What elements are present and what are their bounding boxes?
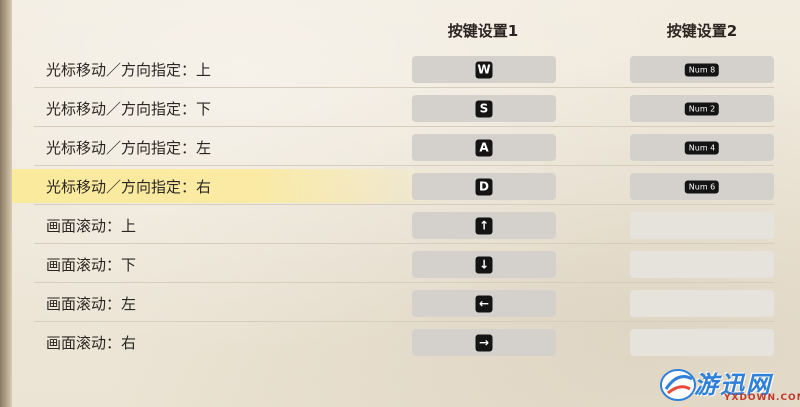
keybind-label: 光标移动／方向指定：下 — [46, 100, 212, 118]
arrow-right-keycap: → — [475, 334, 493, 351]
keybind-row-scroll-up[interactable]: 画面滚动：上 ↑ — [34, 206, 774, 244]
row-divider — [34, 87, 774, 88]
keybind-label: 画面滚动：上 — [46, 217, 137, 235]
keybind-label: 画面滚动：左 — [46, 295, 137, 313]
row-divider — [34, 204, 774, 205]
keybind-label: 光标移动／方向指定：上 — [46, 61, 212, 79]
column-header-keyset-2: 按键设置2 — [666, 22, 738, 40]
keyset-1-slot[interactable]: ← — [412, 290, 556, 317]
arrow-up-keycap: ↑ — [475, 217, 493, 234]
keybind-row-cursor-right[interactable]: 光标移动／方向指定：右 D Num 6 — [12, 167, 774, 205]
watermark-logo-icon — [660, 369, 696, 401]
keyset-2-slot-empty[interactable] — [630, 251, 774, 278]
arrow-left-keycap: ← — [475, 295, 493, 312]
row-divider — [34, 282, 774, 283]
keybind-label: 画面滚动：右 — [46, 334, 137, 352]
keybind-row-cursor-left[interactable]: 光标移动／方向指定：左 A Num 4 — [34, 128, 774, 166]
panel-frame-edge — [0, 0, 12, 407]
watermark-subtext: YXDOWN.COM — [724, 393, 800, 403]
keybind-row-cursor-up[interactable]: 光标移动／方向指定：上 W Num 8 — [34, 50, 774, 88]
column-header-keyset-1: 按键设置1 — [447, 22, 519, 40]
keybind-row-cursor-down[interactable]: 光标移动／方向指定：下 S Num 2 — [34, 89, 774, 127]
keyset-2-slot[interactable]: Num 4 — [630, 134, 774, 161]
keycap: Num 4 — [684, 141, 720, 154]
keycap: A — [475, 139, 493, 156]
keybind-label: 光标移动／方向指定：右 — [46, 178, 212, 196]
keycap: S — [475, 100, 493, 117]
keyset-1-slot[interactable]: W — [412, 56, 556, 83]
keyset-1-slot[interactable]: → — [412, 329, 556, 356]
keycap: D — [475, 178, 493, 195]
keyset-1-slot[interactable]: ↓ — [412, 251, 556, 278]
keyset-1-slot[interactable]: A — [412, 134, 556, 161]
keycap: W — [475, 61, 493, 78]
row-divider — [34, 126, 774, 127]
keyset-1-slot[interactable]: D — [412, 173, 556, 200]
keycap: Num 8 — [684, 63, 720, 76]
keyset-2-slot[interactable]: Num 2 — [630, 95, 774, 122]
keyset-1-slot[interactable]: S — [412, 95, 556, 122]
row-divider — [34, 321, 774, 322]
keyset-2-slot-empty[interactable] — [630, 329, 774, 356]
keybind-row-scroll-right[interactable]: 画面滚动：右 → — [34, 323, 774, 361]
keybind-row-scroll-down[interactable]: 画面滚动：下 ↓ — [34, 245, 774, 283]
site-watermark: 游迅网 YXDOWN.COM — [658, 363, 800, 407]
keyset-1-slot[interactable]: ↑ — [412, 212, 556, 239]
keyset-2-slot[interactable]: Num 6 — [630, 173, 774, 200]
keyset-2-slot[interactable]: Num 8 — [630, 56, 774, 83]
keybind-label: 画面滚动：下 — [46, 256, 137, 274]
arrow-down-keycap: ↓ — [475, 256, 493, 273]
keybind-row-scroll-left[interactable]: 画面滚动：左 ← — [34, 284, 774, 322]
keycap: Num 6 — [684, 180, 720, 193]
keybind-label: 光标移动／方向指定：左 — [46, 139, 212, 157]
keyset-2-slot-empty[interactable] — [630, 212, 774, 239]
keyset-2-slot-empty[interactable] — [630, 290, 774, 317]
row-divider — [34, 165, 774, 166]
keycap: Num 2 — [684, 102, 720, 115]
row-divider — [34, 243, 774, 244]
